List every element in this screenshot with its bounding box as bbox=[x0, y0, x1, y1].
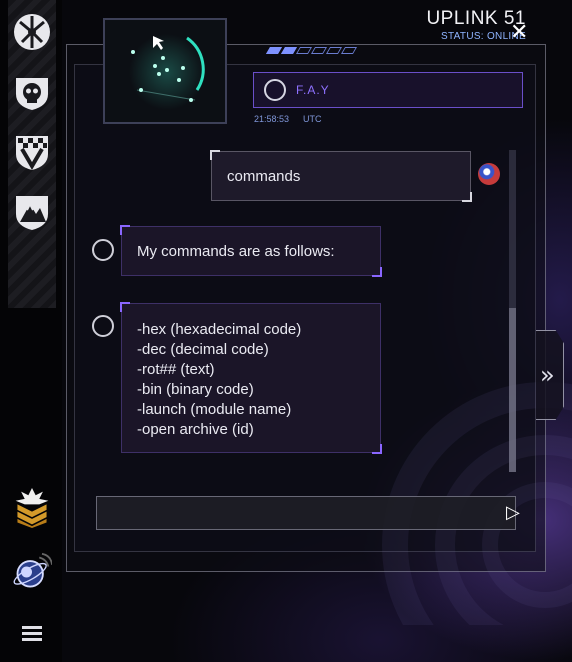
bot-message-text: My commands are as follows: bbox=[137, 243, 335, 260]
send-icon[interactable]: ▷ bbox=[506, 503, 524, 523]
contact-avatar bbox=[264, 79, 286, 101]
command-item: -launch (module name) bbox=[137, 401, 292, 418]
user-message-text: commands bbox=[227, 168, 301, 185]
faction-arrows-icon[interactable] bbox=[10, 10, 54, 54]
planet-uplink-icon[interactable] bbox=[10, 550, 54, 594]
message-input-bar[interactable] bbox=[96, 496, 516, 530]
message-input[interactable] bbox=[97, 497, 515, 529]
timestamp-timezone: UTC bbox=[303, 114, 322, 124]
contact-name: F.A.Y bbox=[296, 83, 330, 97]
close-icon[interactable]: ✕ bbox=[510, 22, 528, 44]
menu-icon[interactable] bbox=[10, 612, 54, 656]
timestamp-time: 21:58:53 bbox=[254, 114, 290, 124]
signal-segment bbox=[295, 47, 313, 54]
message-timestamp: 21:58:53 UTC bbox=[254, 114, 322, 124]
bot-avatar bbox=[92, 239, 114, 261]
signal-indicator bbox=[265, 47, 358, 54]
command-item: -bin (binary code) bbox=[137, 381, 254, 398]
chevron-right-icon: » bbox=[540, 361, 555, 389]
bot-avatar bbox=[92, 315, 114, 337]
contact-card[interactable]: F.A.Y bbox=[253, 72, 523, 108]
signal-segment bbox=[265, 47, 283, 54]
bot-message: My commands are as follows: bbox=[120, 225, 382, 277]
command-item: -open archive (id) bbox=[137, 421, 254, 438]
command-item: -hex (hexadecimal code) bbox=[137, 321, 302, 338]
user-message: commands bbox=[210, 150, 472, 202]
skull-shield-icon[interactable] bbox=[10, 70, 54, 114]
checkered-shield-icon[interactable] bbox=[10, 130, 54, 174]
radar-display bbox=[103, 18, 227, 124]
rank-chevrons-icon[interactable] bbox=[10, 486, 54, 530]
signal-segment bbox=[310, 47, 328, 54]
mountain-shield-icon[interactable] bbox=[10, 190, 54, 234]
left-sidebar bbox=[0, 0, 62, 662]
signal-segment bbox=[340, 47, 358, 54]
command-item: -rot## (text) bbox=[137, 361, 215, 378]
signal-segment bbox=[280, 47, 298, 54]
command-item: -dec (decimal code) bbox=[137, 341, 269, 358]
chat-scrollbar-thumb[interactable] bbox=[509, 308, 516, 472]
user-avatar bbox=[478, 163, 500, 185]
signal-segment bbox=[325, 47, 343, 54]
radar-icon bbox=[129, 34, 205, 110]
side-expand-tab[interactable]: » bbox=[536, 330, 564, 420]
bot-command-list: -hex (hexadecimal code) -dec (decimal co… bbox=[120, 302, 382, 454]
